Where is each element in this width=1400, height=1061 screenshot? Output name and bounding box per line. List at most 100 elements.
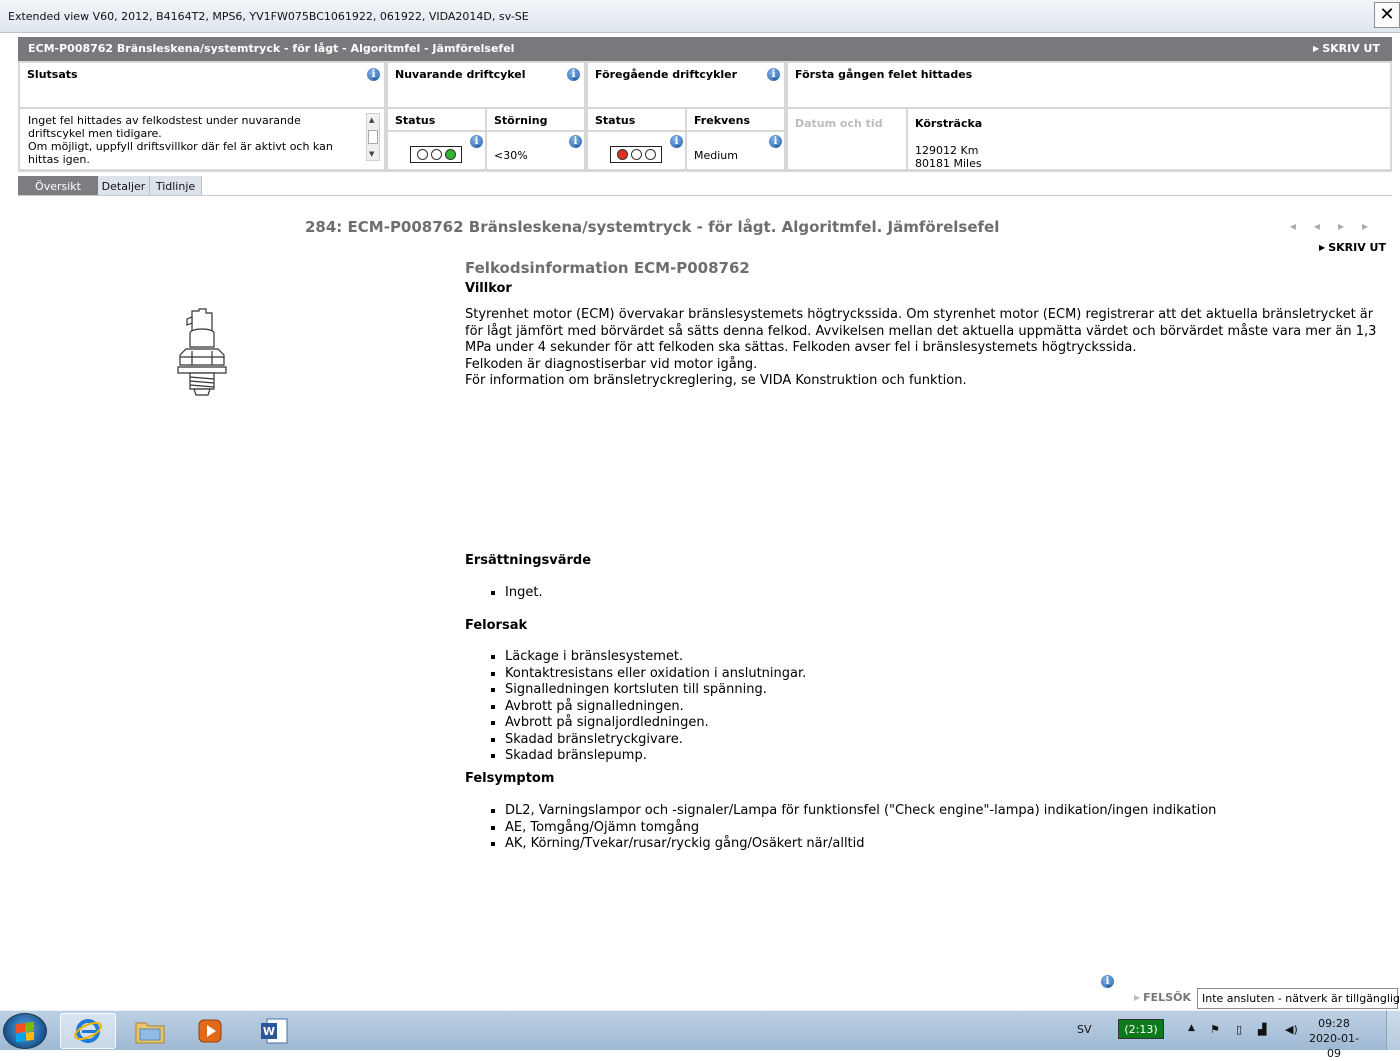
current-status-header: Status: [388, 109, 485, 130]
window-titlebar: Extended view V60, 2012, B4164T2, MPS6, …: [0, 0, 1400, 33]
list-item: Kontaktresistans eller oxidation i anslu…: [505, 666, 1395, 683]
info-icon[interactable]: i: [470, 135, 483, 148]
info-icon[interactable]: i: [567, 68, 580, 81]
show-desktop-button[interactable]: [1386, 1010, 1400, 1050]
previous-page-icon[interactable]: ◂◂: [1290, 219, 1338, 233]
media-player-icon: [198, 1019, 222, 1043]
felsymptom-list: DL2, Varningslampor och -signaler/Lampa …: [465, 803, 1395, 853]
page-navigation: ◂◂▸▸: [1290, 219, 1386, 233]
frequency-label: Frekvens: [694, 114, 751, 127]
previous-status-lamps: [610, 146, 662, 163]
arrow-right-icon: ▶: [1134, 993, 1141, 1002]
felorsak-list: Läckage i bränslesystemet. Kontaktresist…: [465, 649, 1395, 765]
tab-oversikt[interactable]: Översikt: [18, 176, 98, 196]
show-hidden-icons-icon[interactable]: ▲: [1188, 1023, 1195, 1033]
info-icon[interactable]: i: [769, 135, 782, 148]
frequency-cell: Medium i: [687, 132, 784, 169]
tab-tidlinje[interactable]: Tidlinje: [150, 176, 202, 196]
fuel-pressure-sensor-illustration: [177, 308, 227, 396]
mileage-cell: Körsträcka 129012 Km 80181 Miles: [908, 109, 1390, 170]
network-icon[interactable]: ▟: [1258, 1023, 1266, 1036]
felsymptom-title: Felsymptom: [465, 770, 555, 786]
tab-detaljer[interactable]: Detaljer: [98, 176, 150, 196]
mileage-miles: 80181 Miles: [915, 157, 982, 170]
language-indicator[interactable]: SV: [1077, 1023, 1092, 1036]
previous-cycles-header: Föregående driftcykler i: [588, 63, 784, 107]
info-icon[interactable]: i: [569, 135, 582, 148]
lamp-icon: [430, 149, 442, 160]
next-page-icon[interactable]: ▸▸: [1338, 219, 1386, 233]
list-item: Signalledningen kortsluten till spänning…: [505, 682, 1395, 699]
villkor-line2: Felkoden är diagnostiserbar vid motor ig…: [465, 356, 758, 372]
scroll-up-icon[interactable]: ▲: [369, 116, 374, 124]
ersattning-title: Ersättningsvärde: [465, 552, 592, 568]
info-icon[interactable]: i: [670, 135, 683, 148]
list-item: AE, Tomgång/Ojämn tomgång: [505, 820, 1395, 837]
lamp-icon: [630, 149, 642, 160]
battery-indicator[interactable]: (2:13): [1118, 1019, 1164, 1039]
lamp-icon: [444, 149, 456, 160]
print-button[interactable]: ▶ SKRIV UT: [1313, 42, 1380, 55]
document-content: Felkodsinformation ECM-P008762 Villkor S…: [465, 260, 1395, 853]
clock-time: 09:28: [1318, 1017, 1350, 1030]
current-cycle-label: Nuvarande driftcykel: [395, 68, 526, 81]
current-cycle-header: Nuvarande driftcykel i: [388, 63, 584, 107]
lamp-icon: [416, 149, 428, 160]
list-item: AK, Körning/Tvekar/rusar/ryckig gång/Osä…: [505, 836, 1395, 853]
media-player-taskbar-button[interactable]: [182, 1013, 238, 1049]
explorer-taskbar-button[interactable]: [122, 1013, 178, 1049]
info-icon[interactable]: i: [767, 68, 780, 81]
villkor-title: Villkor: [465, 280, 512, 296]
internet-explorer-taskbar-button[interactable]: [60, 1013, 116, 1049]
word-taskbar-button[interactable]: W: [246, 1013, 302, 1049]
folder-icon: [135, 1022, 165, 1044]
info-icon[interactable]: i: [1101, 975, 1114, 988]
start-button[interactable]: [3, 1013, 47, 1049]
taskbar: W SV ▲ ⚑ ▯ ▟ ◀): [0, 1010, 1400, 1050]
slutsats-text-box[interactable]: Inget fel hittades av felkodstest under …: [20, 109, 384, 169]
disturbance-cell: <30% i: [487, 132, 584, 169]
disturbance-label: Störning: [494, 114, 548, 127]
felsok-button[interactable]: ▶ FELSÖK: [1134, 991, 1191, 1004]
slutsats-text: Inget fel hittades av felkodstest under …: [28, 114, 333, 166]
scroll-thumb[interactable]: [368, 130, 378, 144]
mileage-label: Körsträcka: [915, 117, 983, 130]
svg-text:W: W: [263, 1025, 275, 1038]
slutsats-header: Slutsats i: [20, 63, 384, 107]
previous-status-cell: i: [588, 132, 685, 169]
scroll-down-icon[interactable]: ▼: [369, 150, 374, 158]
print-label: SKRIV UT: [1322, 42, 1380, 55]
slutsats-scrollbar[interactable]: ▲ ▼: [366, 113, 380, 161]
info-icon[interactable]: i: [367, 68, 380, 81]
current-status-lamps: [410, 146, 462, 163]
slutsats-label: Slutsats: [27, 68, 78, 81]
action-center-flag-icon[interactable]: ⚑: [1210, 1023, 1220, 1036]
lamp-icon: [644, 149, 656, 160]
dtc-header: ECM-P008762 Bränsleskena/systemtryck - f…: [18, 37, 1392, 61]
mileage-km: 129012 Km: [915, 144, 979, 157]
close-button[interactable]: ✕: [1374, 2, 1400, 28]
system-clock[interactable]: 09:28 2020-01-09: [1305, 1016, 1363, 1061]
lamp-icon: [616, 149, 628, 160]
window-title: Extended view V60, 2012, B4164T2, MPS6, …: [8, 10, 529, 23]
frequency-header: Frekvens: [687, 109, 784, 130]
dtc-info-panel: Slutsats i Nuvarande driftcykel i Föregå…: [18, 61, 1392, 172]
list-item: Skadad bränsletryckgivare.: [505, 732, 1395, 749]
list-item: Avbrott på signalledningen.: [505, 699, 1395, 716]
dtc-header-title: ECM-P008762 Bränsleskena/systemtryck - f…: [28, 42, 515, 55]
volume-icon[interactable]: ◀): [1285, 1023, 1298, 1036]
previous-status-header: Status: [588, 109, 685, 130]
first-found-label: Första gången felet hittades: [795, 68, 973, 81]
power-icon[interactable]: ▯: [1236, 1023, 1242, 1036]
datetime-cell: Datum och tid: [788, 109, 906, 169]
previous-status-label: Status: [595, 114, 636, 127]
internet-explorer-icon: [74, 1019, 102, 1043]
villkor-text: Styrenhet motor (ECM) övervakar bränsles…: [465, 307, 1377, 355]
ersattning-list: Inget.: [465, 585, 1395, 602]
current-status-cell: i: [388, 132, 485, 169]
arrow-right-icon: ▶: [1313, 44, 1320, 53]
datetime-label: Datum och tid: [795, 117, 883, 130]
arrow-right-icon: ▶: [1319, 243, 1326, 252]
document-print-button[interactable]: ▶ SKRIV UT: [1319, 241, 1386, 254]
disturbance-value: <30%: [494, 149, 528, 162]
